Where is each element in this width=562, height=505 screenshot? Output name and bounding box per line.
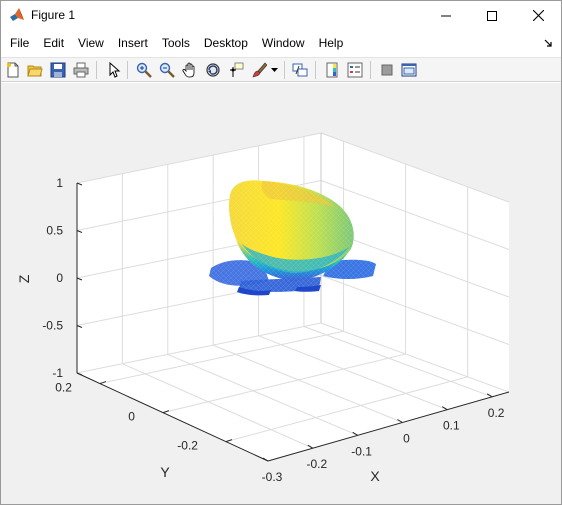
matlab-logo-icon: [10, 8, 24, 21]
hide-plot-tools-icon: [381, 64, 393, 76]
maximize-icon: [487, 10, 497, 21]
toolbar-separator: [370, 61, 371, 79]
open-file-button[interactable]: [26, 61, 44, 79]
menu-view[interactable]: View: [71, 33, 111, 54]
menu-insert[interactable]: Insert: [111, 33, 155, 54]
print-button[interactable]: [72, 61, 90, 79]
dock-arrow-icon[interactable]: [544, 39, 553, 48]
toolbar-separator: [315, 61, 316, 79]
legend-icon: [347, 62, 363, 78]
x-axis-label: X: [370, 468, 380, 484]
menu-file[interactable]: File: [3, 33, 36, 54]
colorbar-icon: [326, 62, 338, 78]
menu-desktop[interactable]: Desktop: [197, 33, 255, 54]
y-axis-label: Y: [160, 464, 170, 480]
z-tick-label: -1: [52, 366, 63, 380]
menu-bar: File Edit View Insert Tools Desktop Wind…: [1, 33, 561, 54]
print-icon: [73, 62, 89, 78]
figure-window: Figure 1 File Edit View Insert Tools Des…: [0, 0, 562, 505]
insert-colorbar-button[interactable]: [323, 61, 341, 79]
pan-button[interactable]: [181, 61, 199, 79]
brush-icon: [252, 62, 267, 78]
menu-window[interactable]: Window: [255, 33, 312, 54]
z-tick-label: 0.5: [46, 224, 63, 238]
x-tick-label: -0.2: [306, 457, 327, 471]
zoom-in-icon: [136, 62, 152, 78]
x-tick-label: 0.2: [488, 406, 505, 420]
x-tick-label: -0.1: [351, 444, 372, 458]
z-tick-label: 0: [56, 271, 63, 285]
save-button[interactable]: [49, 61, 67, 79]
pan-icon: [182, 62, 195, 78]
toolbar-separator: [127, 61, 128, 79]
close-icon: [532, 10, 544, 21]
insert-legend-button[interactable]: [346, 61, 364, 79]
menu-help[interactable]: Help: [312, 33, 351, 54]
y-tick-label: -0.2: [177, 439, 198, 453]
close-button[interactable]: [515, 1, 561, 30]
x-tick-label: -0.3: [262, 470, 283, 484]
edit-plot-button[interactable]: [105, 61, 123, 79]
rotate-3d-icon: [206, 63, 220, 77]
show-plot-tools-icon: [401, 63, 417, 77]
rotate-3d-button[interactable]: [204, 61, 222, 79]
brush-dropdown-button[interactable]: [269, 61, 279, 79]
new-figure-icon: [7, 62, 19, 78]
y-tick-label: 0: [128, 410, 135, 424]
surface-mesh-overlay: [201, 178, 381, 296]
menu-edit[interactable]: Edit: [36, 33, 71, 54]
zoom-out-icon: [159, 62, 175, 78]
data-cursor-button[interactable]: [227, 61, 245, 79]
zoom-in-button[interactable]: [135, 61, 153, 79]
y-tick-label: 0.2: [55, 381, 72, 395]
z-axis-label: Z: [16, 274, 32, 283]
new-figure-button[interactable]: [4, 61, 22, 79]
maximize-button[interactable]: [469, 1, 515, 30]
menu-tools[interactable]: Tools: [155, 33, 197, 54]
z-tick-label: -0.5: [42, 319, 63, 333]
window-title: Figure 1: [31, 8, 76, 22]
x-tick-label: 0: [403, 431, 410, 445]
x-tick-label: 0.1: [443, 419, 460, 433]
open-file-icon: [27, 65, 43, 77]
chevron-down-icon: [270, 68, 278, 72]
data-cursor-icon: [230, 62, 244, 77]
toolbar-separator: [284, 61, 285, 79]
minimize-button[interactable]: [423, 1, 469, 30]
save-icon: [50, 62, 66, 78]
edit-plot-icon: [109, 62, 121, 78]
hide-plot-tools-button[interactable]: [378, 61, 396, 79]
figure-canvas[interactable]: -1 -0.5 0 0.5 1 0.2 0 -0.2 -0.3 -0.2 -0.1 0 0.1 0.2 Z…: [1, 83, 561, 504]
minimize-icon: [441, 15, 451, 16]
link-plot-button[interactable]: [291, 61, 309, 79]
surface-plot[interactable]: [201, 178, 381, 296]
zoom-out-button[interactable]: [158, 61, 176, 79]
figure-toolbar: [1, 57, 561, 82]
title-bar[interactable]: Figure 1: [1, 1, 561, 30]
axes-3d[interactable]: -1 -0.5 0 0.5 1 0.2 0 -0.2 -0.3 -0.2 -0.1 0 0.1 0.2 Z…: [1, 83, 561, 504]
brush-button[interactable]: [250, 61, 268, 79]
z-tick-label: 1: [56, 176, 63, 190]
link-plot-icon: [292, 63, 308, 77]
show-plot-tools-button[interactable]: [400, 61, 418, 79]
toolbar-separator: [96, 61, 97, 79]
